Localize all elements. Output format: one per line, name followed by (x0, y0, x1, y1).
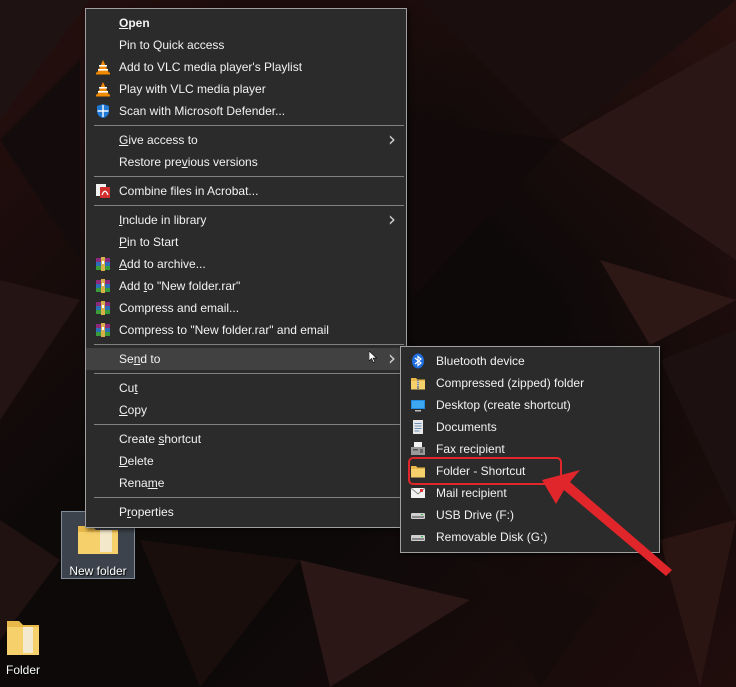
menu-item-compress-to-new-folder-rar-and-email[interactable]: Compress to "New folder.rar" and email (86, 319, 406, 341)
menu-item-label: Scan with Microsoft Defender... (119, 104, 286, 118)
defender-icon (95, 103, 111, 119)
menu-item-pin-to-start[interactable]: Pin to Start (86, 231, 406, 253)
removable-disk-icon (410, 529, 426, 545)
desktop-icon (410, 397, 426, 413)
menu-item-label: Delete (119, 454, 154, 468)
menu-item-copy[interactable]: Copy (86, 399, 406, 421)
bluetooth-icon (410, 353, 426, 369)
menu-item-label: Restore previous versions (119, 155, 258, 169)
desktop-icon-label: Folder (5, 663, 40, 677)
menu-item-label: Play with VLC media player (119, 82, 266, 96)
mouse-cursor-icon (369, 351, 377, 363)
menu-item-label: Rename (119, 476, 165, 490)
mail-icon (410, 485, 426, 501)
winrar-icon (95, 322, 111, 338)
menu-item-label: Documents (436, 420, 497, 434)
vlc-icon (95, 59, 111, 75)
folder-icon (7, 621, 39, 655)
menu-item-label: Create shortcut (119, 432, 202, 446)
menu-item-add-to-vlc-media-player-s-playlist[interactable]: Add to VLC media player's Playlist (86, 56, 406, 78)
menu-separator (94, 205, 404, 206)
menu-item-scan-with-microsoft-defender[interactable]: Scan with Microsoft Defender... (86, 100, 406, 122)
winrar-icon (95, 278, 111, 294)
winrar-icon (95, 300, 111, 316)
menu-item-label: Send to (119, 352, 161, 366)
menu-item-add-to-new-folder-rar[interactable]: Add to "New folder.rar" (86, 275, 406, 297)
desktop-icon-label: New folder (69, 564, 127, 578)
annotation-arrow-icon (542, 470, 672, 576)
menu-item-label: Compress and email... (119, 301, 240, 315)
winrar-icon (95, 256, 111, 272)
menu-item-compress-and-email[interactable]: Compress and email... (86, 297, 406, 319)
menu-item-label: Copy (119, 403, 148, 417)
menu-item-label: Add to "New folder.rar" (119, 279, 241, 293)
menu-item-label: Compressed (zipped) folder (436, 376, 585, 390)
menu-item-label: Include in library (119, 213, 207, 227)
menu-item-combine-files-in-acrobat[interactable]: Combine files in Acrobat... (86, 180, 406, 202)
menu-item-rename[interactable]: Rename (86, 472, 406, 494)
menu-item-label: Open (119, 16, 150, 30)
menu-item-label: Add to VLC media player's Playlist (119, 60, 303, 74)
menu-item-compressed-zipped-folder[interactable]: Compressed (zipped) folder (401, 372, 659, 394)
menu-item-label: Compress to "New folder.rar" and email (119, 323, 329, 337)
menu-item-restore-previous-versions[interactable]: Restore previous versions (86, 151, 406, 173)
menu-item-label: Pin to Start (119, 235, 179, 249)
menu-separator (94, 176, 404, 177)
menu-separator (94, 424, 404, 425)
chevron-right-icon: › (388, 346, 396, 370)
menu-item-play-with-vlc-media-player[interactable]: Play with VLC media player (86, 78, 406, 100)
menu-item-label: USB Drive (F:) (436, 508, 514, 522)
menu-item-add-to-archive[interactable]: Add to archive... (86, 253, 406, 275)
menu-item-label: Bluetooth device (436, 354, 525, 368)
menu-item-desktop-create-shortcut[interactable]: Desktop (create shortcut) (401, 394, 659, 416)
desktop-icon-folder[interactable]: Folder (0, 615, 46, 681)
menu-item-label: Cut (119, 381, 138, 395)
menu-item-bluetooth-device[interactable]: Bluetooth device (401, 350, 659, 372)
menu-item-open[interactable]: Open (86, 12, 406, 34)
menu-item-create-shortcut[interactable]: Create shortcut (86, 428, 406, 450)
menu-item-label: Mail recipient (436, 486, 507, 500)
menu-item-cut[interactable]: Cut (86, 377, 406, 399)
menu-item-delete[interactable]: Delete (86, 450, 406, 472)
menu-item-label: Properties (119, 505, 174, 519)
menu-item-label: Desktop (create shortcut) (436, 398, 571, 412)
menu-item-pin-to-quick-access[interactable]: Pin to Quick access (86, 34, 406, 56)
annotation-highlight-box (408, 457, 562, 485)
menu-separator (94, 373, 404, 374)
menu-separator (94, 344, 404, 345)
menu-item-include-in-library[interactable]: Include in library › (86, 209, 406, 231)
chevron-right-icon: › (388, 207, 396, 231)
menu-item-properties[interactable]: Properties (86, 501, 406, 523)
fax-icon (410, 441, 426, 457)
menu-item-documents[interactable]: Documents (401, 416, 659, 438)
menu-separator (94, 125, 404, 126)
acrobat-icon (95, 183, 111, 199)
menu-item-send-to[interactable]: Send to › (86, 348, 406, 370)
vlc-icon (95, 81, 111, 97)
menu-item-label: Give access to (119, 133, 198, 147)
context-menu: Open Pin to Quick access Add to VLC media … (85, 8, 407, 528)
menu-separator (94, 497, 404, 498)
menu-item-label: Combine files in Acrobat... (119, 184, 259, 198)
chevron-right-icon: › (388, 127, 396, 151)
menu-item-label: Removable Disk (G:) (436, 530, 548, 544)
menu-item-label: Fax recipient (436, 442, 505, 456)
zip-folder-icon (410, 375, 426, 391)
menu-item-give-access-to[interactable]: Give access to › (86, 129, 406, 151)
menu-item-label: Add to archive... (119, 257, 206, 271)
usb-drive-icon (410, 507, 426, 523)
menu-item-label: Pin to Quick access (119, 38, 225, 52)
documents-icon (410, 419, 426, 435)
